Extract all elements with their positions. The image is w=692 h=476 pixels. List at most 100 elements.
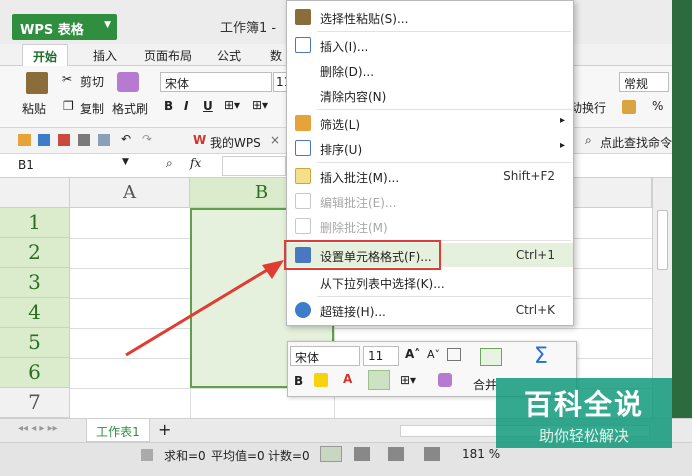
- row-header-5[interactable]: 5: [0, 328, 70, 358]
- tab-formulas[interactable]: 公式: [214, 44, 244, 66]
- format-painter-icon: [117, 72, 139, 92]
- arrow-head: [262, 260, 284, 279]
- save-icon[interactable]: [38, 134, 50, 146]
- status-sum: 求和=0: [164, 449, 206, 463]
- menu-separator: [317, 296, 571, 297]
- row-header-6[interactable]: 6: [0, 358, 70, 388]
- format-painter-icon[interactable]: [438, 373, 452, 387]
- delete-comment-icon: [295, 218, 311, 234]
- menu-item-label: 筛选(L): [320, 118, 361, 132]
- menu-separator: [317, 31, 571, 32]
- row-header-2[interactable]: 2: [0, 238, 70, 268]
- menu-item-label: 编辑批注(E)...: [320, 196, 397, 210]
- page-break-view-icon[interactable]: [354, 447, 370, 461]
- cut-button[interactable]: 剪切: [80, 73, 104, 90]
- context-menu: 选择性粘贴(S)... 插入(I)... 删除(D)... 清除内容(N) 筛选…: [286, 0, 574, 326]
- mini-size-select[interactable]: 11: [363, 346, 399, 366]
- wrap-icon[interactable]: [447, 348, 461, 361]
- menu-item-delete-comment: 删除批注(M): [287, 214, 573, 238]
- page-layout-view-icon[interactable]: [388, 447, 404, 461]
- menu-item-hyperlink[interactable]: 超链接(H)... Ctrl+K: [287, 298, 573, 322]
- menu-item-sort[interactable]: 排序(U) ▸: [287, 136, 573, 160]
- row-header-1[interactable]: 1: [0, 208, 70, 238]
- menu-item-paste-special[interactable]: 选择性粘贴(S)...: [287, 5, 573, 29]
- watermark-title: 百科全说: [523, 388, 644, 421]
- underline-button[interactable]: U: [203, 99, 213, 113]
- menu-shortcut: Ctrl+1: [515, 248, 555, 262]
- formula-input[interactable]: [222, 156, 286, 176]
- mini-bold-button[interactable]: B: [294, 374, 303, 388]
- menu-item-insert[interactable]: 插入(I)...: [287, 33, 573, 57]
- increase-font-icon[interactable]: A˄: [405, 347, 420, 361]
- menu-item-pick-from-list[interactable]: 从下拉列表中选择(K)...: [287, 270, 573, 294]
- copy-button[interactable]: 复制: [80, 100, 104, 117]
- open-icon[interactable]: [18, 134, 31, 146]
- column-header-a[interactable]: A: [70, 178, 190, 208]
- bold-button[interactable]: B: [164, 99, 173, 113]
- arrow-shaft: [125, 265, 273, 357]
- reading-view-icon[interactable]: [424, 447, 440, 461]
- sheet-nav-icons[interactable]: ◂◂ ◂ ▸ ▸▸: [18, 423, 58, 434]
- undo-icon[interactable]: ↶: [121, 132, 131, 146]
- mini-font-select[interactable]: 宋体: [290, 346, 360, 366]
- arrow-annotation: [125, 260, 284, 357]
- menu-item-delete[interactable]: 删除(D)...: [287, 58, 573, 82]
- menu-item-filter[interactable]: 筛选(L) ▸: [287, 111, 573, 135]
- print-preview-icon[interactable]: [98, 134, 110, 146]
- print-icon[interactable]: [78, 134, 90, 146]
- menu-item-insert-comment[interactable]: 插入批注(M)... Shift+F2: [287, 164, 573, 188]
- zoom-icon[interactable]: ⌕: [166, 156, 173, 171]
- percent-button[interactable]: %: [652, 99, 663, 113]
- status-average: 平均值=0: [211, 449, 265, 463]
- row-header-4[interactable]: 4: [0, 298, 70, 328]
- tab-page-layout[interactable]: 页面布局: [140, 44, 196, 66]
- scrollbar-thumb[interactable]: [657, 210, 668, 270]
- wrap-text-button[interactable]: 动换行: [570, 99, 606, 116]
- chevron-down-icon: ▼: [104, 20, 111, 30]
- close-icon[interactable]: ×: [270, 133, 280, 147]
- borders-icon[interactable]: ⊞▾: [224, 98, 240, 112]
- borders-icon[interactable]: ⊞▾: [400, 373, 416, 387]
- tab-insert[interactable]: 插入: [90, 44, 120, 66]
- menu-shortcut: Shift+F2: [503, 169, 555, 183]
- fill-color-icon[interactable]: [314, 373, 328, 387]
- select-all-corner[interactable]: [0, 178, 70, 208]
- zoom-level[interactable]: 181 %: [462, 447, 500, 461]
- italic-button[interactable]: I: [184, 99, 188, 113]
- font-color-icon[interactable]: A: [343, 372, 352, 386]
- search-icon: ⌕: [585, 133, 592, 147]
- redo-icon[interactable]: ↷: [142, 132, 152, 146]
- export-pdf-icon[interactable]: [58, 134, 70, 146]
- menu-item-label: 插入批注(M)...: [320, 171, 400, 185]
- currency-icon[interactable]: [622, 100, 636, 114]
- chevron-down-icon[interactable]: ▼: [122, 157, 129, 167]
- paste-special-icon: [295, 9, 311, 25]
- name-box[interactable]: B1: [14, 156, 132, 176]
- menu-item-label: 删除(D)...: [320, 65, 375, 79]
- row-header-3[interactable]: 3: [0, 268, 70, 298]
- format-painter-button[interactable]: 格式刷: [112, 100, 148, 117]
- sort-icon: [295, 140, 311, 156]
- function-button[interactable]: fx: [190, 156, 201, 170]
- tab-home[interactable]: 开始: [22, 44, 68, 66]
- mywps-tab[interactable]: 我的WPS: [210, 134, 261, 151]
- status-icon: [141, 449, 153, 461]
- paste-button[interactable]: 粘贴: [22, 100, 46, 117]
- app-menu-button[interactable]: WPS 表格 ▼: [12, 14, 117, 40]
- align-center-icon[interactable]: [368, 370, 390, 390]
- number-format-select[interactable]: 常规: [619, 72, 669, 92]
- command-search[interactable]: 点此查找命令: [600, 134, 672, 151]
- normal-view-icon[interactable]: [320, 446, 342, 462]
- fill-color-icon[interactable]: ⊞▾: [252, 98, 268, 112]
- merge-icon[interactable]: [480, 348, 502, 366]
- decrease-font-icon[interactable]: A˅: [427, 348, 440, 361]
- font-family-select[interactable]: 宋体: [160, 72, 272, 92]
- add-sheet-button[interactable]: +: [158, 420, 171, 439]
- merge-button[interactable]: 合并: [473, 376, 497, 393]
- row-header-7[interactable]: 7: [0, 388, 70, 418]
- autosum-button[interactable]: Σ: [534, 344, 548, 369]
- tab-data[interactable]: 数: [266, 44, 286, 66]
- menu-item-label: 选择性粘贴(S)...: [320, 12, 409, 26]
- menu-item-clear-contents[interactable]: 清除内容(N): [287, 83, 573, 107]
- sheet-tab-1[interactable]: 工作表1: [86, 419, 150, 442]
